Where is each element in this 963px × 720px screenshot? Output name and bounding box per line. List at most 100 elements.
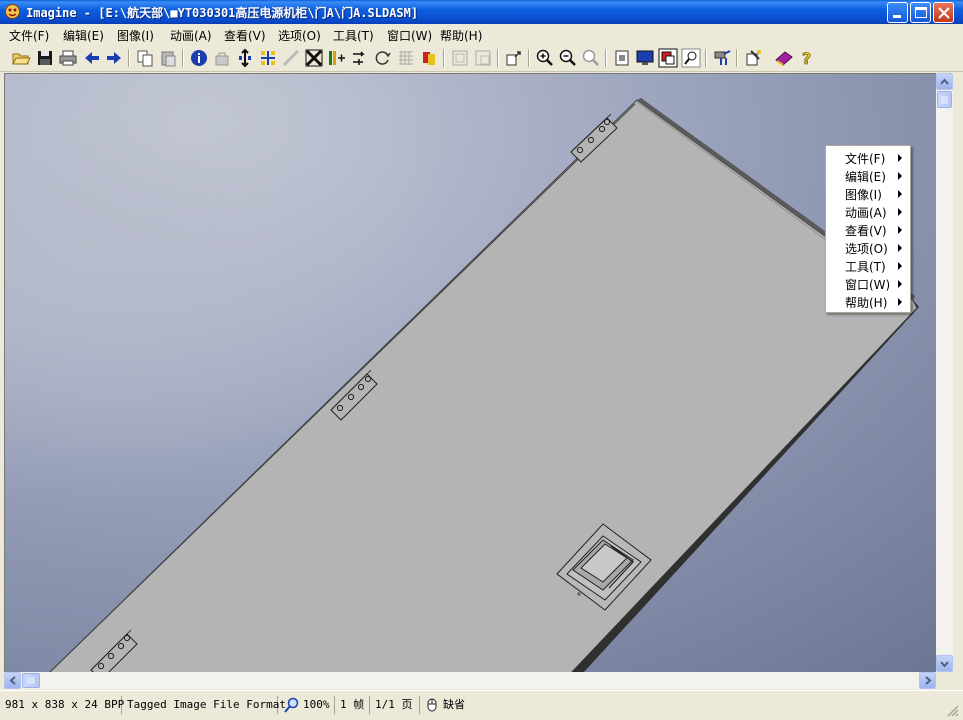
ctx-label-help: 帮助(H) xyxy=(845,296,888,310)
title-bar[interactable]: Imagine - [E:\航天部\■YT030301高压电源机柜\门A\门A.… xyxy=(0,0,963,24)
rotate-icon[interactable] xyxy=(258,48,278,68)
vertical-scrollbar[interactable] xyxy=(936,73,953,672)
scrollbar-corner xyxy=(936,672,953,689)
reload-icon[interactable] xyxy=(373,48,393,68)
fit-icon[interactable] xyxy=(504,48,524,68)
menu-animation[interactable]: 动画(A) xyxy=(170,27,212,44)
cad-view xyxy=(5,74,936,672)
zoom-select-icon[interactable] xyxy=(681,48,701,68)
color-icon[interactable] xyxy=(419,48,439,68)
prev-icon[interactable] xyxy=(82,48,102,68)
horizontal-scroll-thumb[interactable] xyxy=(22,673,40,688)
grid-icon[interactable] xyxy=(396,48,416,68)
maximize-button[interactable] xyxy=(910,2,931,23)
toolbar-separator xyxy=(528,49,530,67)
zoom-out-icon[interactable] xyxy=(558,48,578,68)
scroll-left-button[interactable] xyxy=(4,672,21,689)
close-button[interactable] xyxy=(933,2,954,23)
fullscreen-icon[interactable] xyxy=(612,48,632,68)
plugin-icon[interactable] xyxy=(743,48,763,68)
submenu-arrow-icon xyxy=(898,208,902,216)
submenu-arrow-icon xyxy=(898,190,902,198)
ctx-menu-animation[interactable]: 动画(A) xyxy=(826,202,910,220)
toolbar-separator xyxy=(605,49,607,67)
ctx-menu-help[interactable]: 帮助(H) xyxy=(826,292,910,310)
frame2-icon[interactable] xyxy=(473,48,493,68)
slideshow-icon[interactable] xyxy=(658,48,678,68)
menu-view[interactable]: 查看(V) xyxy=(224,27,266,44)
submenu-arrow-icon xyxy=(898,226,902,234)
scroll-right-button[interactable] xyxy=(919,672,936,689)
save-icon[interactable] xyxy=(35,48,55,68)
status-frames: 1 帧 xyxy=(340,696,370,714)
window-title: Imagine - [E:\航天部\■YT030301高压电源机柜\门A\门A.… xyxy=(26,6,419,20)
menu-window[interactable]: 窗口(W) xyxy=(387,27,432,44)
adjust-icon[interactable] xyxy=(304,48,324,68)
ctx-menu-view[interactable]: 查看(V) xyxy=(826,220,910,238)
ctx-menu-tools[interactable]: 工具(T) xyxy=(826,256,910,274)
submenu-arrow-icon xyxy=(898,244,902,252)
ctx-label-view: 查看(V) xyxy=(845,224,887,238)
menu-options[interactable]: 选项(O) xyxy=(278,27,321,44)
monitor-icon[interactable] xyxy=(635,48,655,68)
toolbar-separator xyxy=(705,49,707,67)
submenu-arrow-icon xyxy=(898,298,902,306)
flip-icon[interactable] xyxy=(281,48,301,68)
resize-grip-icon[interactable] xyxy=(945,703,959,717)
ctx-menu-file[interactable]: 文件(F) xyxy=(826,148,910,166)
open-icon[interactable] xyxy=(11,48,31,68)
tools-icon[interactable] xyxy=(712,48,732,68)
app-icon xyxy=(5,4,20,19)
mouse-icon xyxy=(427,698,437,712)
ctx-label-options: 选项(O) xyxy=(845,242,888,256)
status-dimensions: 981 x 838 x 24 BPP xyxy=(5,696,124,714)
submenu-arrow-icon xyxy=(898,280,902,288)
copy-icon[interactable] xyxy=(135,48,155,68)
zoom-icon xyxy=(284,697,299,713)
transform-icon[interactable] xyxy=(327,48,347,68)
ctx-label-tools: 工具(T) xyxy=(845,260,886,274)
scroll-down-button[interactable] xyxy=(936,655,953,672)
print-icon[interactable] xyxy=(58,48,78,68)
frame-icon[interactable] xyxy=(450,48,470,68)
book-icon[interactable] xyxy=(774,48,794,68)
status-mode: 缺省 xyxy=(443,698,465,711)
menu-edit[interactable]: 编辑(E) xyxy=(63,27,104,44)
menu-image[interactable]: 图像(I) xyxy=(117,27,154,44)
menu-file[interactable]: 文件(F) xyxy=(9,27,49,44)
paste-icon[interactable] xyxy=(158,48,178,68)
status-zoom: 100% xyxy=(303,696,335,714)
zoom-in-icon[interactable] xyxy=(535,48,555,68)
menu-help[interactable]: 帮助(H) xyxy=(440,27,482,44)
next-icon[interactable] xyxy=(104,48,124,68)
submenu-arrow-icon xyxy=(898,172,902,180)
status-format: Tagged Image File Format xyxy=(127,696,286,714)
grip-icon xyxy=(941,96,948,104)
ctx-menu-edit[interactable]: 编辑(E) xyxy=(826,166,910,184)
ctx-menu-image[interactable]: 图像(I) xyxy=(826,184,910,202)
submenu-arrow-icon xyxy=(898,262,902,270)
zoom-reset-icon[interactable] xyxy=(581,48,601,68)
crop-icon[interactable] xyxy=(235,48,255,68)
refresh-icon[interactable] xyxy=(350,48,370,68)
ctx-menu-window[interactable]: 窗口(W) xyxy=(826,274,910,292)
help-icon[interactable]: ? xyxy=(797,48,817,68)
menu-bar: 文件(F) 编辑(E) 图像(I) 动画(A) 查看(V) 选项(O) 工具(T… xyxy=(0,24,963,44)
minimize-button[interactable] xyxy=(887,2,908,23)
ctx-menu-options[interactable]: 选项(O) xyxy=(826,238,910,256)
ctx-label-window: 窗口(W) xyxy=(845,278,891,292)
image-canvas[interactable]: 文件(F) 编辑(E) 图像(I) 动画(A) 查看(V) 选项(O) 工具(T… xyxy=(4,73,936,672)
scroll-up-button[interactable] xyxy=(936,73,953,90)
close-icon xyxy=(938,7,950,19)
svg-text:?: ? xyxy=(802,49,811,68)
menu-tools[interactable]: 工具(T) xyxy=(333,27,374,44)
vertical-scroll-thumb[interactable] xyxy=(937,91,952,108)
chevron-left-icon xyxy=(9,676,16,685)
chevron-up-icon xyxy=(940,78,949,85)
horizontal-scrollbar[interactable] xyxy=(4,672,936,689)
info-icon[interactable] xyxy=(189,48,209,68)
resize-icon[interactable] xyxy=(212,48,232,68)
grip-icon xyxy=(27,677,35,684)
status-page: 1/1 页 xyxy=(375,696,420,714)
ctx-label-image: 图像(I) xyxy=(845,188,882,202)
